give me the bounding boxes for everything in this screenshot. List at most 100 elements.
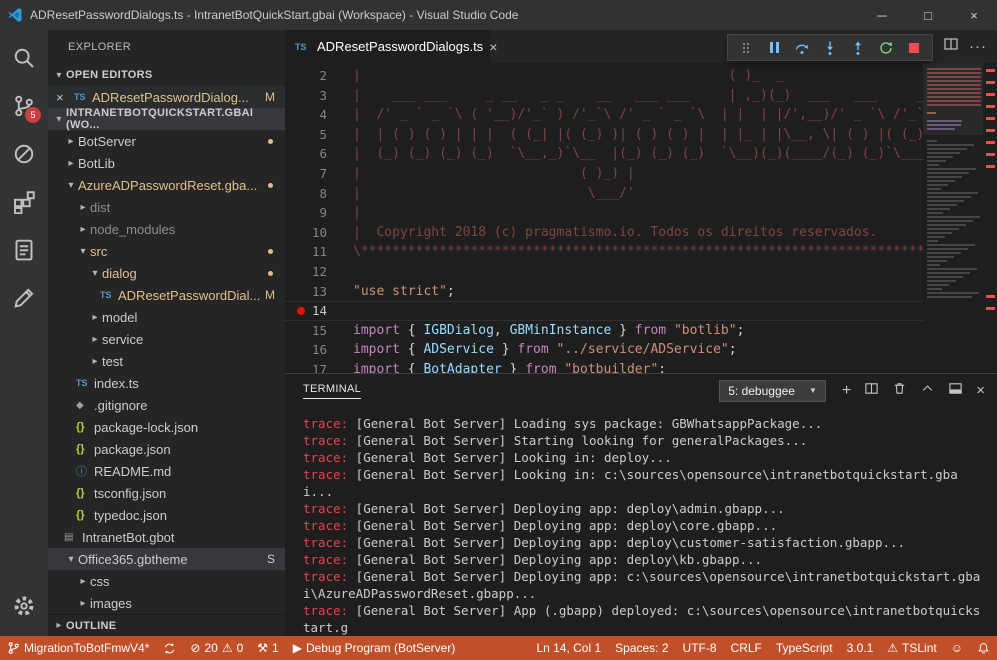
close-window-button[interactable]: × bbox=[951, 0, 997, 30]
line-number[interactable]: 10 bbox=[285, 223, 327, 243]
source-control-icon[interactable]: 5 bbox=[0, 82, 48, 130]
line-number[interactable]: 6 bbox=[285, 144, 327, 164]
minimap[interactable] bbox=[923, 63, 983, 373]
tree-folder-item[interactable]: ▾dialog bbox=[48, 262, 285, 284]
maximize-button[interactable]: □ bbox=[905, 0, 951, 30]
editor-tab[interactable]: TS ADResetPasswordDialogs.ts × bbox=[285, 30, 491, 63]
line-number[interactable]: 7 bbox=[285, 164, 327, 184]
code-line[interactable]: 5| | ( ) ( ) | | | ( (_| |( (_) )| ( ) (… bbox=[285, 125, 923, 145]
indentation[interactable]: Spaces: 2 bbox=[608, 636, 675, 660]
code-line[interactable]: 11\*************************************… bbox=[285, 242, 923, 262]
tasks-indicator[interactable]: ⚒ 1 bbox=[250, 636, 285, 660]
line-number[interactable]: 2 bbox=[285, 66, 327, 86]
pause-button[interactable] bbox=[760, 35, 788, 60]
code-line[interactable]: 6| (_) (_) (_) (_) `\__,_)`\__ |(_) (_) … bbox=[285, 144, 923, 164]
drag-grip-icon[interactable] bbox=[732, 35, 760, 60]
encoding[interactable]: UTF-8 bbox=[676, 636, 724, 660]
notifications-bell-button[interactable] bbox=[970, 636, 997, 660]
tslint-status[interactable]: ⚠ TSLint bbox=[880, 636, 943, 660]
tree-folder-item[interactable]: ▾src bbox=[48, 240, 285, 262]
line-number[interactable]: 12 bbox=[285, 262, 327, 282]
code-line[interactable]: 3| ___ ___ _ __ _ _ __ ___ ___ | ,_)(_) … bbox=[285, 86, 923, 106]
line-number[interactable]: 4 bbox=[285, 105, 327, 125]
tree-file-item[interactable]: {}typedoc.json bbox=[48, 504, 285, 526]
debug-program-indicator[interactable]: ▶ Debug Program (BotServer) bbox=[286, 636, 463, 660]
sync-button[interactable] bbox=[156, 636, 183, 660]
stop-button[interactable] bbox=[900, 35, 928, 60]
line-number[interactable]: 16 bbox=[285, 340, 327, 360]
step-out-button[interactable] bbox=[844, 35, 872, 60]
tree-folder-item[interactable]: ▾AzureADPasswordReset.gba... bbox=[48, 174, 285, 196]
edit-icon[interactable] bbox=[0, 274, 48, 322]
tree-file-item[interactable]: {}package.json bbox=[48, 438, 285, 460]
tree-file-item[interactable]: ▤IntranetBot.gbot bbox=[48, 526, 285, 548]
open-editors-section-header[interactable]: ▾ OPEN EDITORS bbox=[48, 64, 285, 86]
code-line[interactable]: 13"use strict"; bbox=[285, 282, 923, 302]
code-line[interactable]: 2| ( )_ _ | bbox=[285, 66, 923, 86]
code-line[interactable]: 15import { IGBDialog, GBMinInstance } fr… bbox=[285, 321, 923, 341]
tree-file-item[interactable]: {}package-lock.json bbox=[48, 416, 285, 438]
eol-sequence[interactable]: CRLF bbox=[724, 636, 769, 660]
panel-layout-button[interactable] bbox=[948, 381, 963, 401]
problems-indicator[interactable]: ⊘ 20 ⚠ 0 bbox=[183, 636, 250, 660]
tree-file-item[interactable]: TSADResetPasswordDial...M bbox=[48, 284, 285, 306]
terminal-output[interactable]: trace: [General Bot Server] Loading sys … bbox=[285, 407, 997, 636]
tree-folder-item[interactable]: ▸BotServer bbox=[48, 130, 285, 152]
line-number[interactable]: 13 bbox=[285, 282, 327, 302]
line-number[interactable]: 3 bbox=[285, 86, 327, 106]
code-line[interactable]: 8| \___/' | bbox=[285, 184, 923, 204]
code-line[interactable]: 9| | bbox=[285, 203, 923, 223]
code-line[interactable]: 16import { ADService } from "../service/… bbox=[285, 340, 923, 360]
split-editor-button[interactable] bbox=[943, 36, 959, 57]
tree-folder-item[interactable]: ▸model bbox=[48, 306, 285, 328]
code-line[interactable]: 12 bbox=[285, 262, 923, 282]
code-editor[interactable]: 2| ( )_ _ |3| ___ ___ _ __ _ _ __ ___ __… bbox=[285, 63, 997, 373]
code-line[interactable]: 10| Copyright 2018 (c) pragmatismo.io. T… bbox=[285, 223, 923, 243]
more-actions-button[interactable]: ··· bbox=[969, 38, 987, 55]
code-line[interactable]: 7| ( )_) | | bbox=[285, 164, 923, 184]
tree-folder-item[interactable]: ▸node_modules bbox=[48, 218, 285, 240]
terminal-tab[interactable]: TERMINAL bbox=[303, 383, 361, 399]
tree-folder-item[interactable]: ▾Office365.gbthemeS bbox=[48, 548, 285, 570]
step-over-button[interactable] bbox=[788, 35, 816, 60]
typescript-version[interactable]: 3.0.1 bbox=[840, 636, 881, 660]
code-line[interactable]: 14 bbox=[285, 301, 923, 321]
tree-folder-item[interactable]: ▸dist bbox=[48, 196, 285, 218]
workspace-section-header[interactable]: ▾ INTRANETBOTQUICKSTART.GBAI (WO... bbox=[48, 108, 285, 130]
split-terminal-button[interactable] bbox=[864, 381, 879, 401]
settings-gear-icon[interactable] bbox=[0, 582, 48, 630]
tree-folder-item[interactable]: ▸test bbox=[48, 350, 285, 372]
line-number[interactable]: 11 bbox=[285, 242, 327, 262]
overview-ruler[interactable] bbox=[983, 63, 997, 373]
language-mode[interactable]: TypeScript bbox=[769, 636, 840, 660]
tree-folder-item[interactable]: ▸BotLib bbox=[48, 152, 285, 174]
document-icon[interactable] bbox=[0, 226, 48, 274]
close-icon[interactable]: × bbox=[56, 90, 70, 105]
extensions-icon[interactable] bbox=[0, 178, 48, 226]
tree-file-item[interactable]: ⓘREADME.md bbox=[48, 460, 285, 482]
git-branch-indicator[interactable]: MigrationToBotFmwV4* bbox=[0, 636, 156, 660]
line-number[interactable]: 15 bbox=[285, 321, 327, 341]
search-icon[interactable] bbox=[0, 34, 48, 82]
outline-section-header[interactable]: ▸ OUTLINE bbox=[48, 614, 285, 636]
tree-folder-item[interactable]: ▸service bbox=[48, 328, 285, 350]
terminal-selector[interactable]: 5: debuggee ▼ bbox=[719, 380, 826, 402]
tree-folder-item[interactable]: ▸images bbox=[48, 592, 285, 614]
new-terminal-button[interactable]: + bbox=[842, 383, 851, 399]
code-line[interactable]: 17import { BotAdapter } from "botbuilder… bbox=[285, 360, 923, 373]
line-number[interactable]: 17 bbox=[285, 360, 327, 373]
line-number[interactable]: 14 bbox=[285, 301, 327, 321]
open-editor-item[interactable]: × TS ADResetPasswordDialog... M bbox=[48, 86, 285, 108]
minimize-button[interactable]: ─ bbox=[859, 0, 905, 30]
kill-terminal-button[interactable] bbox=[892, 381, 907, 401]
restart-button[interactable] bbox=[872, 35, 900, 60]
code-line[interactable]: 4| /' _ ` _ `\ ( '__)/'_` ) /'_`\ /' _ `… bbox=[285, 105, 923, 125]
tree-file-item[interactable]: {}tsconfig.json bbox=[48, 482, 285, 504]
tree-file-item[interactable]: ◆.gitignore bbox=[48, 394, 285, 416]
line-number[interactable]: 5 bbox=[285, 125, 327, 145]
maximize-panel-button[interactable] bbox=[920, 381, 935, 401]
step-into-button[interactable] bbox=[816, 35, 844, 60]
line-number[interactable]: 9 bbox=[285, 203, 327, 223]
cursor-position[interactable]: Ln 14, Col 1 bbox=[529, 636, 608, 660]
feedback-smiley-button[interactable]: ☺ bbox=[944, 636, 970, 660]
